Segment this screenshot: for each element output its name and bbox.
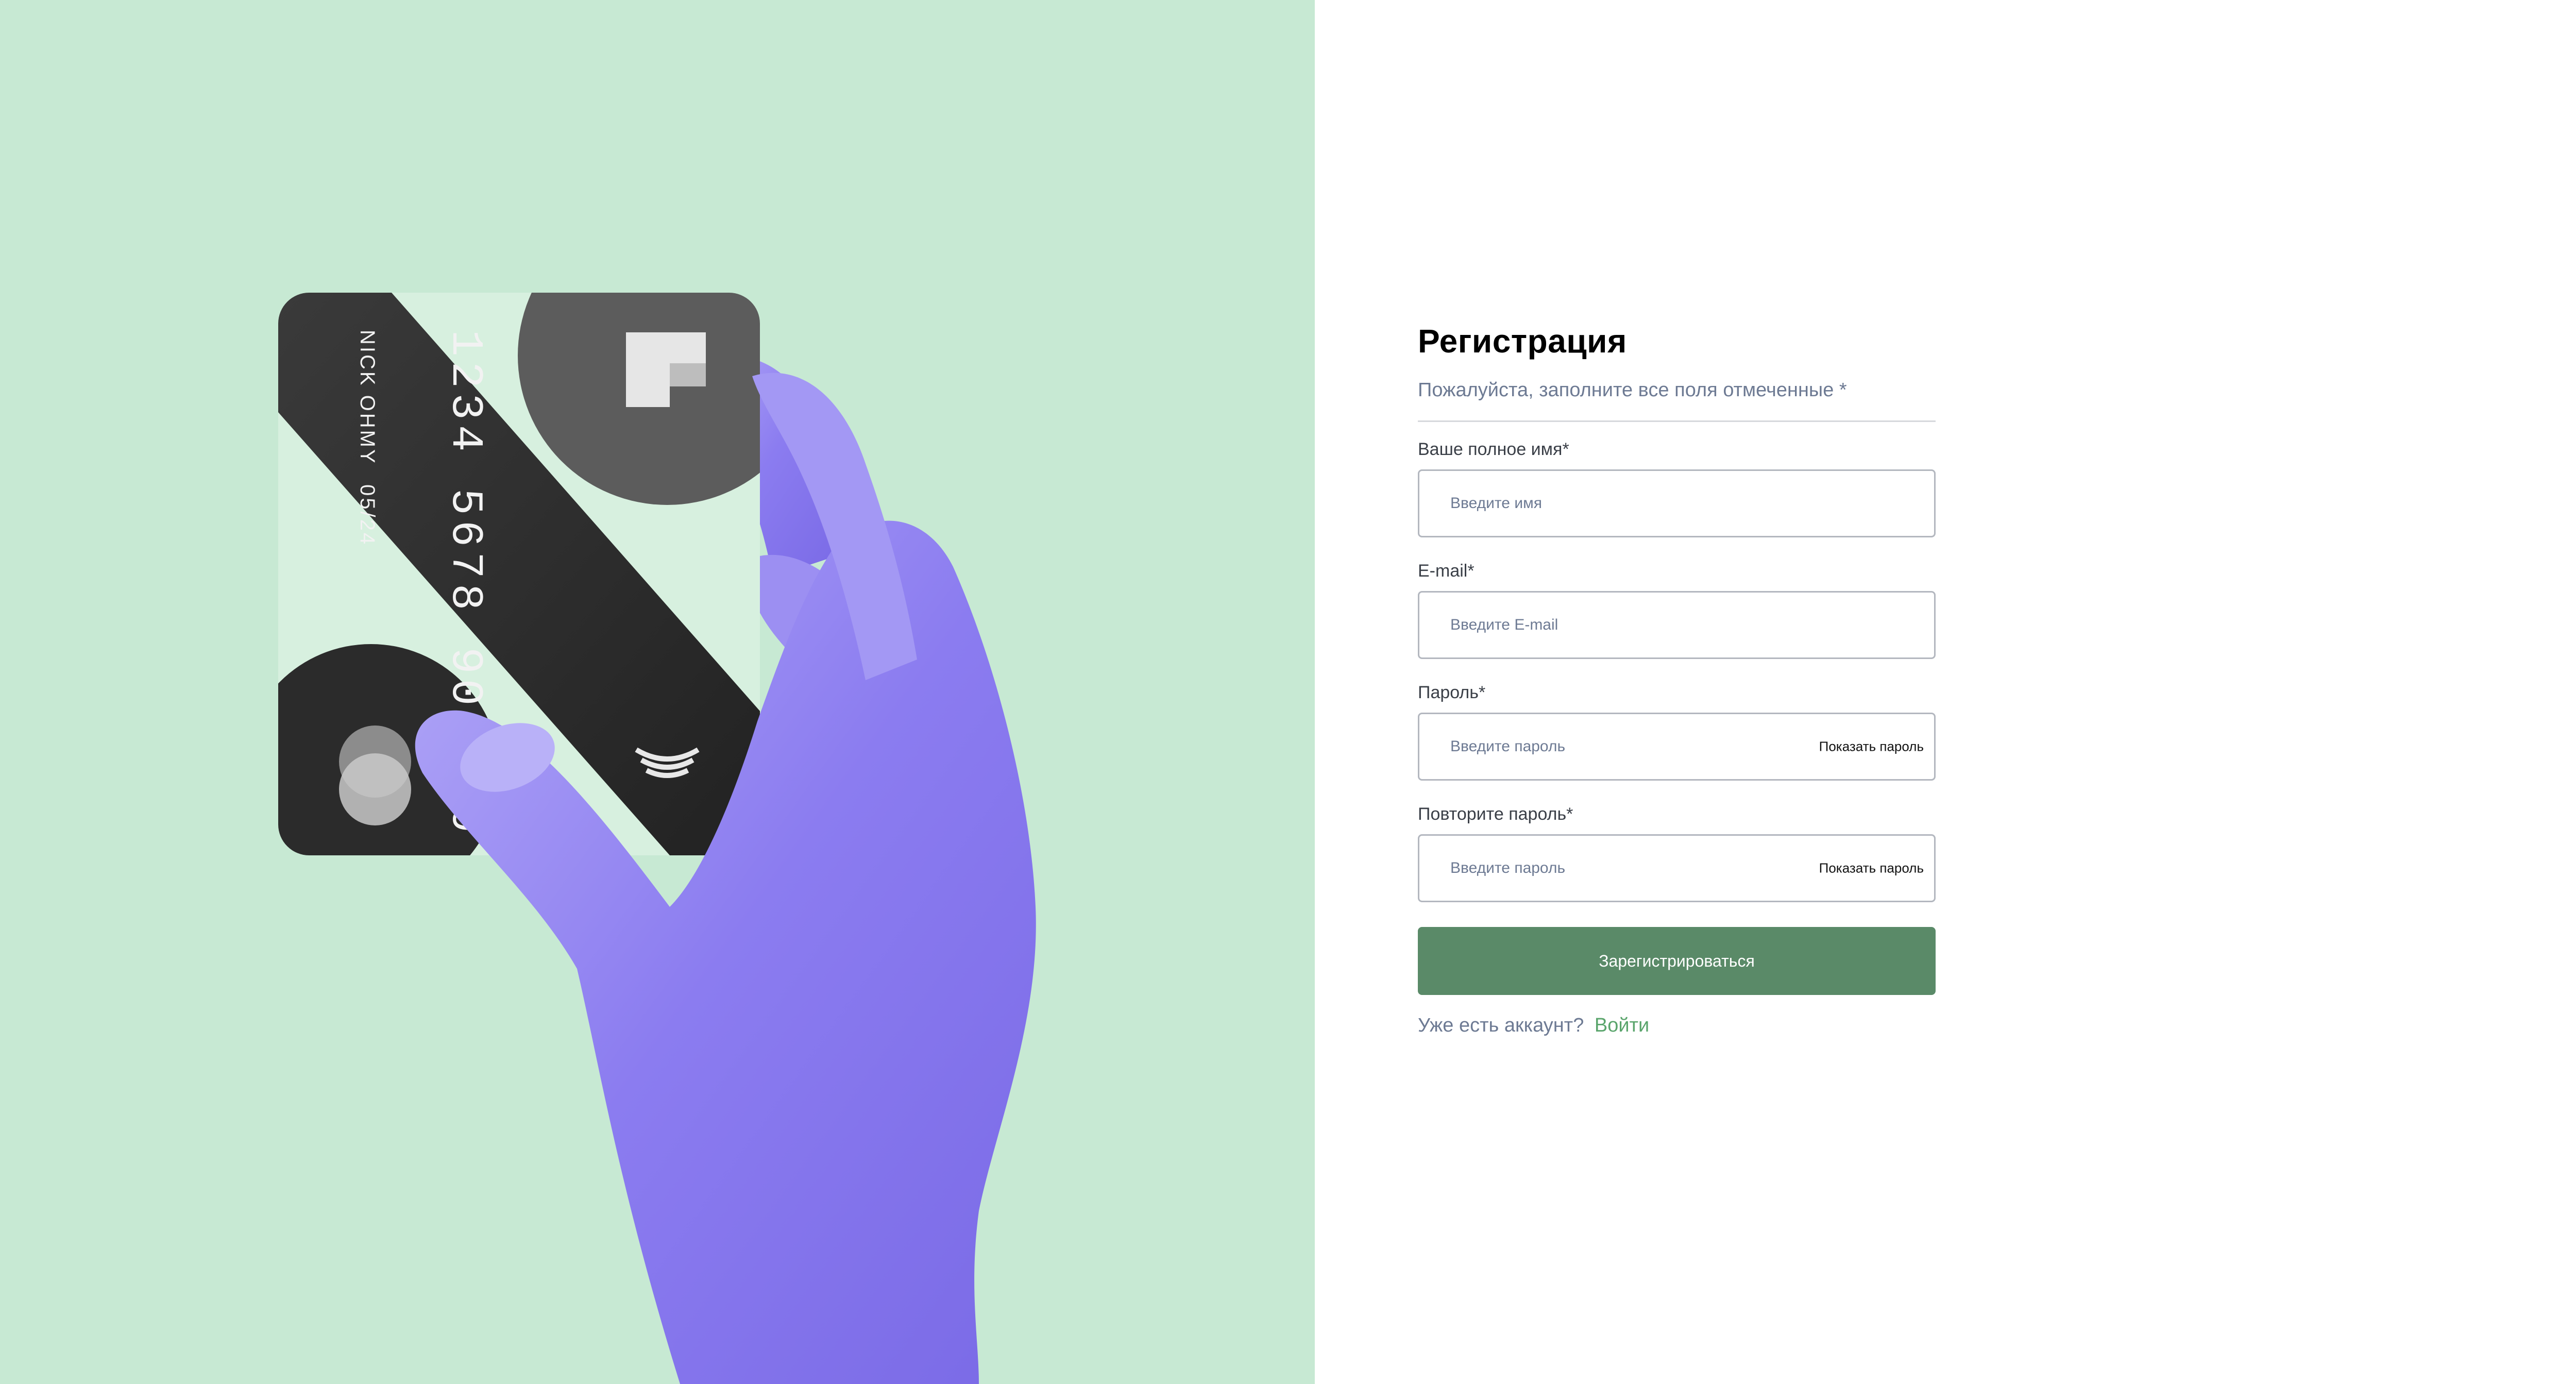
login-link[interactable]: Войти — [1595, 1015, 1649, 1036]
register-button[interactable]: Зарегистрироваться — [1418, 927, 1936, 995]
registration-page: 1234 5678 9000 0 NICK OHMY 05/24 Регистр… — [0, 0, 2576, 1384]
registration-form-panel: Регистрация Пожалуйста, заполните все по… — [1315, 0, 2576, 1384]
email-field-group: E-mail* — [1418, 562, 1936, 659]
full-name-input-box — [1418, 469, 1936, 537]
password-label: Пароль* — [1418, 683, 1486, 702]
login-prompt-row: Уже есть аккаунт? Войти — [1418, 1016, 1936, 1035]
show-confirm-password-toggle[interactable]: Показать пароль — [1819, 860, 1924, 876]
email-input-box — [1418, 591, 1936, 659]
card-holder-text: NICK OHMY — [356, 330, 379, 465]
email-input[interactable] — [1419, 593, 1934, 657]
full-name-label: Ваше полное имя* — [1418, 440, 1569, 459]
full-name-input[interactable] — [1419, 471, 1934, 536]
password-field-group: Пароль* Показать пароль — [1418, 684, 1936, 781]
hand-holding-card-illustration: 1234 5678 9000 0 NICK OHMY 05/24 — [278, 293, 1036, 1384]
email-label: E-mail* — [1418, 561, 1475, 581]
confirm-password-field-group: Повторите пароль* Показать пароль — [1418, 805, 1936, 902]
login-prompt-text: Уже есть аккаунт? — [1418, 1015, 1584, 1036]
confirm-password-label: Повторите пароль* — [1418, 804, 1573, 824]
show-password-toggle[interactable]: Показать пароль — [1819, 739, 1924, 755]
full-name-field-group: Ваше полное имя* — [1418, 441, 1936, 537]
confirm-password-input-box: Показать пароль — [1418, 834, 1936, 902]
form-subtitle: Пожалуйста, заполните все поля отмеченны… — [1418, 379, 1847, 401]
divider — [1418, 420, 1936, 422]
password-input-box: Показать пароль — [1418, 713, 1936, 781]
page-title: Регистрация — [1418, 323, 1627, 360]
registration-form: Регистрация Пожалуйста, заполните все по… — [1418, 325, 1936, 1035]
card-expiry-text: 05/24 — [356, 484, 379, 546]
hero-illustration-panel: 1234 5678 9000 0 NICK OHMY 05/24 — [0, 0, 1315, 1384]
